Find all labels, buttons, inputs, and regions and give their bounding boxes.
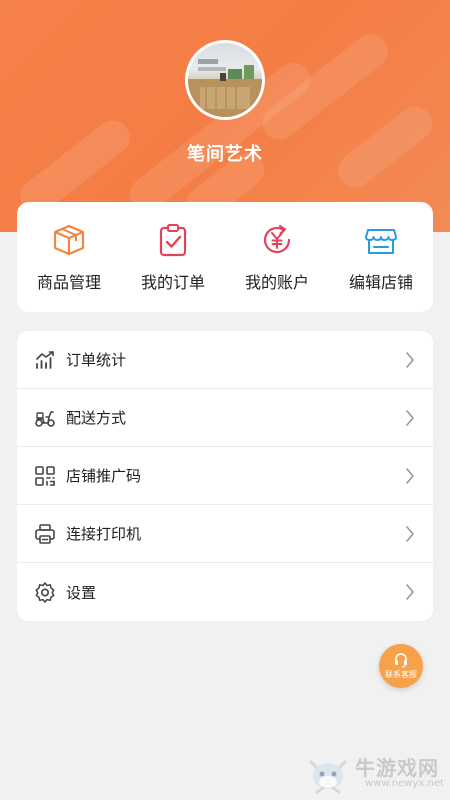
menu-card: 订单统计 配送方式 店铺推广码 连接打印机 设置 xyxy=(17,331,433,621)
quick-item-my-orders[interactable]: 我的订单 xyxy=(121,202,225,312)
watermark-title: 牛游戏网 xyxy=(355,756,439,780)
menu-item-order-stats[interactable]: 订单统计 xyxy=(17,331,433,389)
chevron-right-icon xyxy=(406,410,414,426)
gear-icon xyxy=(34,581,56,603)
yuan-refresh-icon xyxy=(263,224,291,254)
shop-photo xyxy=(188,43,262,117)
menu-label: 店铺推广码 xyxy=(66,467,142,485)
quick-item-product-management[interactable]: 商品管理 xyxy=(17,202,121,312)
quick-item-my-account[interactable]: 我的账户 xyxy=(225,202,329,312)
headset-icon xyxy=(395,653,407,668)
menu-label: 设置 xyxy=(66,583,97,602)
menu-label: 配送方式 xyxy=(66,409,127,427)
quick-label: 商品管理 xyxy=(36,273,101,292)
menu-item-settings[interactable]: 设置 xyxy=(17,563,433,621)
header-banner: 笔间艺术 xyxy=(0,0,450,232)
menu-item-delivery[interactable]: 配送方式 xyxy=(17,389,433,447)
qrcode-icon xyxy=(34,465,56,487)
chevron-right-icon xyxy=(406,352,414,368)
quick-actions-card: 商品管理 我的订单 我的账户 编辑店铺 xyxy=(17,202,433,312)
watermark-url: www.newyx.net xyxy=(365,778,444,789)
printer-icon xyxy=(34,523,56,545)
store-icon xyxy=(365,229,397,254)
contact-service-button[interactable]: 联系客服 xyxy=(379,644,423,688)
scooter-icon xyxy=(34,407,56,429)
box-icon xyxy=(53,224,85,256)
chevron-right-icon xyxy=(406,584,414,600)
quick-label: 编辑店铺 xyxy=(348,273,413,292)
watermark: 牛游戏网 www.newyx.net xyxy=(305,752,450,800)
chart-icon xyxy=(34,349,56,371)
quick-label: 我的订单 xyxy=(140,273,205,292)
contact-service-label: 联系客服 xyxy=(385,670,417,679)
menu-item-store-promo-code[interactable]: 店铺推广码 xyxy=(17,447,433,505)
quick-item-edit-store[interactable]: 编辑店铺 xyxy=(329,202,433,312)
clipboard-check-icon xyxy=(159,224,187,257)
shop-name: 笔间艺术 xyxy=(187,144,263,165)
chevron-right-icon xyxy=(406,526,414,542)
menu-label: 连接打印机 xyxy=(66,525,142,543)
quick-label: 我的账户 xyxy=(244,273,309,292)
menu-item-connect-printer[interactable]: 连接打印机 xyxy=(17,505,433,563)
shop-avatar[interactable] xyxy=(185,40,265,120)
menu-label: 订单统计 xyxy=(66,351,127,369)
mascot-logo-icon xyxy=(309,760,347,794)
chevron-right-icon xyxy=(406,468,414,484)
